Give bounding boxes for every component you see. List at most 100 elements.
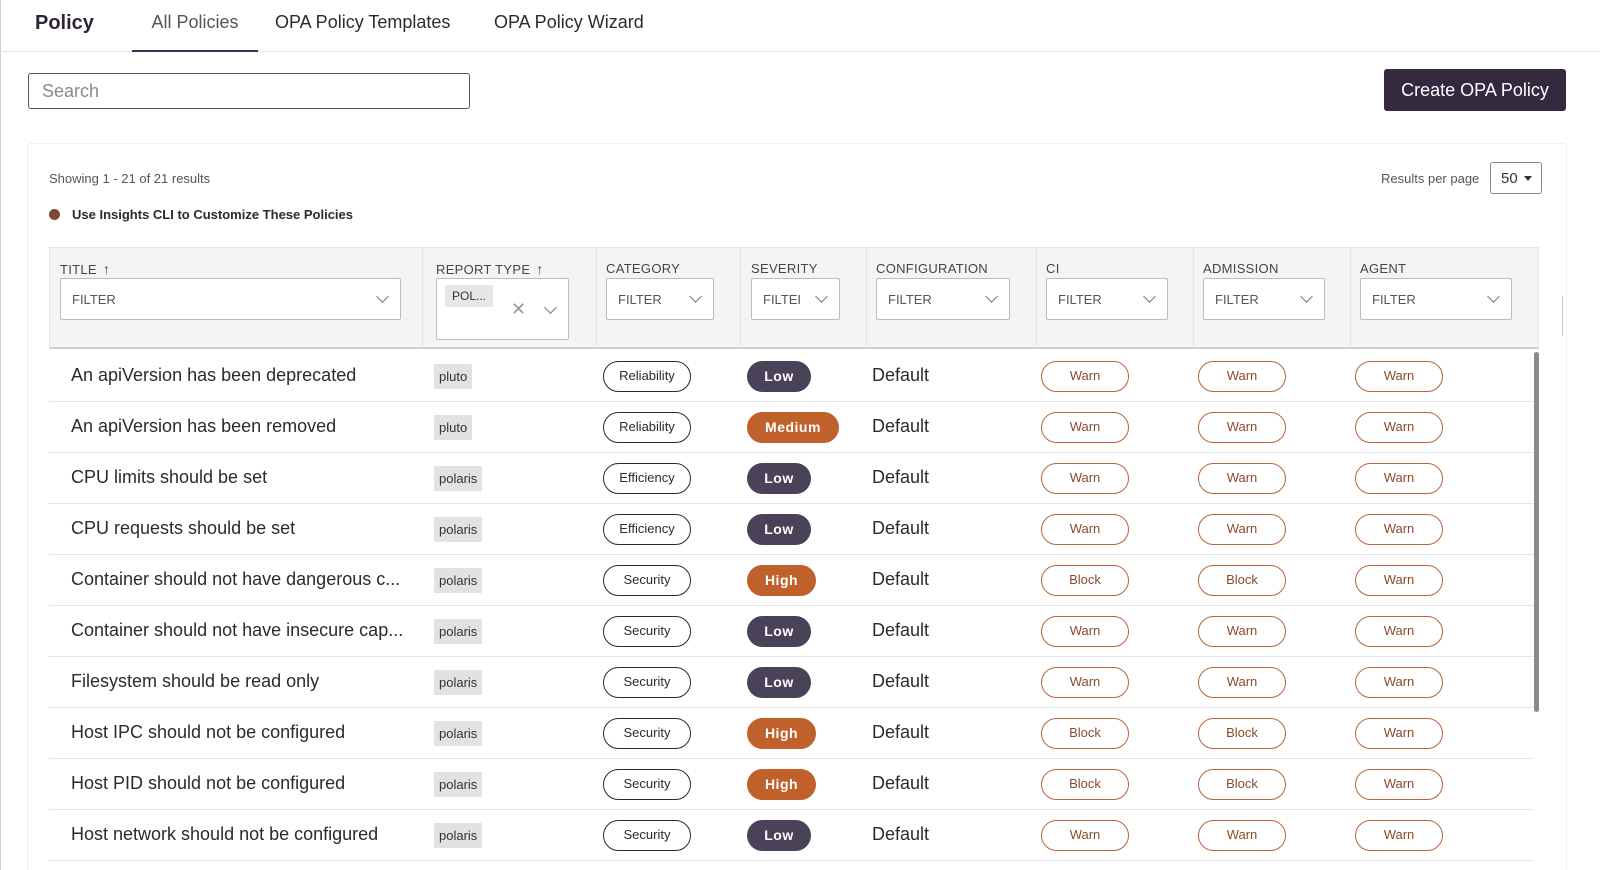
chevron-down-icon bbox=[1300, 290, 1313, 303]
ci-action-badge: Warn bbox=[1041, 616, 1129, 647]
severity-badge: Low bbox=[747, 514, 811, 545]
column-agent-header[interactable]: AGENT bbox=[1360, 261, 1406, 276]
agent-filter[interactable]: FILTER bbox=[1360, 278, 1512, 320]
chevron-down-icon bbox=[544, 301, 557, 314]
tab-all-policies[interactable]: All Policies bbox=[132, 12, 258, 52]
cli-link-label: Use Insights CLI to Customize These Poli… bbox=[72, 207, 354, 222]
policy-title[interactable]: Host IPC should not be configured bbox=[71, 722, 423, 743]
category-badge: Security bbox=[603, 565, 691, 596]
caret-down-icon bbox=[1524, 176, 1532, 181]
report-type-tag: polaris bbox=[434, 772, 483, 797]
severity-badge: Medium bbox=[747, 412, 839, 443]
policy-title[interactable]: CPU requests should be set bbox=[71, 518, 423, 539]
ci-action-badge: Warn bbox=[1041, 463, 1129, 494]
table-row[interactable]: Container should not have insecure cap..… bbox=[49, 606, 1534, 657]
report-type-tag: polaris bbox=[434, 619, 483, 644]
policy-title[interactable]: An apiVersion has been deprecated bbox=[71, 365, 423, 386]
column-title-header[interactable]: TITLE ↑ bbox=[60, 261, 110, 277]
column-divider bbox=[596, 248, 597, 348]
report-type-tag: pluto bbox=[434, 364, 473, 389]
column-divider bbox=[1036, 248, 1037, 348]
agent-action-badge: Warn bbox=[1355, 769, 1443, 800]
table-row[interactable]: CPU requests should be set polaris Effic… bbox=[49, 504, 1534, 555]
results-per-page-select[interactable]: 50 bbox=[1490, 162, 1542, 194]
column-configuration-header[interactable]: CONFIGURATION bbox=[876, 261, 988, 276]
ci-action-badge: Block bbox=[1041, 565, 1129, 596]
table-row[interactable]: An apiVersion has been removed pluto Rel… bbox=[49, 402, 1534, 453]
results-count: Showing 1 - 21 of 21 results bbox=[49, 171, 211, 186]
ci-filter-placeholder: FILTER bbox=[1058, 292, 1102, 307]
category-badge: Reliability bbox=[603, 412, 691, 443]
arrow-up-icon: ↑ bbox=[102, 261, 111, 277]
cli-customize-link[interactable]: Use Insights CLI to Customize These Poli… bbox=[49, 207, 353, 222]
column-report-type-header[interactable]: REPORT TYPE ↑ bbox=[436, 261, 544, 277]
chevron-down-icon bbox=[985, 290, 998, 303]
severity-badge: Low bbox=[747, 820, 811, 851]
search-input[interactable] bbox=[28, 73, 470, 109]
ci-filter[interactable]: FILTER bbox=[1046, 278, 1168, 320]
policy-title[interactable]: Container should not have insecure cap..… bbox=[71, 620, 423, 641]
policy-title[interactable]: Filesystem should be read only bbox=[71, 671, 423, 692]
agent-action-badge: Warn bbox=[1355, 463, 1443, 494]
table-row[interactable]: Container should not have dangerous c...… bbox=[49, 555, 1534, 606]
column-divider bbox=[866, 248, 867, 348]
admission-filter[interactable]: FILTER bbox=[1203, 278, 1325, 320]
report-type-filter[interactable]: POL... ✕ bbox=[436, 278, 569, 340]
admission-filter-placeholder: FILTER bbox=[1215, 292, 1259, 307]
table-row[interactable]: Filesystem should be read only polaris S… bbox=[49, 657, 1534, 708]
table-scrollbar[interactable] bbox=[1534, 352, 1539, 712]
policy-title[interactable]: An apiVersion has been removed bbox=[71, 416, 423, 437]
column-report-type-label: REPORT TYPE bbox=[436, 261, 531, 277]
ci-action-badge: Block bbox=[1041, 769, 1129, 800]
category-filter[interactable]: FILTER bbox=[606, 278, 714, 320]
severity-badge: Low bbox=[747, 667, 811, 698]
configuration-filter-placeholder: FILTER bbox=[888, 292, 932, 307]
admission-action-badge: Warn bbox=[1198, 616, 1286, 647]
column-severity-header[interactable]: SEVERITY bbox=[751, 261, 818, 276]
admission-action-badge: Block bbox=[1198, 769, 1286, 800]
configuration-filter[interactable]: FILTER bbox=[876, 278, 1010, 320]
policy-title[interactable]: Host network should not be configured bbox=[71, 824, 423, 845]
category-badge: Efficiency bbox=[603, 514, 691, 545]
column-category-header[interactable]: CATEGORY bbox=[606, 261, 680, 276]
page-scrollbar-edge bbox=[1562, 296, 1566, 336]
title-filter[interactable]: FILTER bbox=[60, 278, 401, 320]
ci-action-badge: Warn bbox=[1041, 514, 1129, 545]
table-row[interactable]: An apiVersion has been deprecated pluto … bbox=[49, 351, 1534, 402]
tab-opa-policy-templates[interactable]: OPA Policy Templates bbox=[275, 12, 450, 52]
category-badge: Security bbox=[603, 667, 691, 698]
table-row[interactable]: Host PID should not be configured polari… bbox=[49, 759, 1534, 810]
column-ci-header[interactable]: CI bbox=[1046, 261, 1060, 276]
table-row[interactable]: Host network should not be configured po… bbox=[49, 810, 1534, 861]
admission-action-badge: Block bbox=[1198, 718, 1286, 749]
table-row[interactable]: CPU limits should be set polaris Efficie… bbox=[49, 453, 1534, 504]
policy-title[interactable]: Host PID should not be configured bbox=[71, 773, 423, 794]
table-header: TITLE ↑ FILTER REPORT TYPE ↑ POL... ✕ CA… bbox=[49, 247, 1539, 349]
column-divider bbox=[422, 248, 423, 348]
policy-title[interactable]: CPU limits should be set bbox=[71, 467, 423, 488]
ci-action-badge: Warn bbox=[1041, 820, 1129, 851]
agent-action-badge: Warn bbox=[1355, 565, 1443, 596]
category-badge: Efficiency bbox=[603, 463, 691, 494]
column-admission-header[interactable]: ADMISSION bbox=[1203, 261, 1279, 276]
chevron-down-icon bbox=[1143, 290, 1156, 303]
table-row[interactable]: Host IPC should not be configured polari… bbox=[49, 708, 1534, 759]
configuration-value: Default bbox=[872, 518, 930, 538]
close-icon[interactable]: ✕ bbox=[511, 299, 526, 320]
configuration-value: Default bbox=[872, 365, 930, 385]
tab-opa-policy-wizard[interactable]: OPA Policy Wizard bbox=[494, 12, 644, 52]
agent-action-badge: Warn bbox=[1355, 616, 1443, 647]
report-type-tag: polaris bbox=[434, 517, 483, 542]
severity-badge: Low bbox=[747, 361, 811, 392]
top-nav: Policy All Policies OPA Policy Templates… bbox=[0, 0, 1600, 52]
page-left-border bbox=[0, 0, 1, 870]
agent-action-badge: Warn bbox=[1355, 514, 1443, 545]
configuration-value: Default bbox=[872, 671, 930, 691]
severity-badge: High bbox=[747, 769, 816, 800]
severity-filter[interactable]: FILTEI bbox=[751, 278, 840, 320]
create-opa-policy-button[interactable]: Create OPA Policy bbox=[1384, 69, 1566, 111]
policy-title[interactable]: Container should not have dangerous c... bbox=[71, 569, 423, 590]
arrow-up-icon: ↑ bbox=[536, 261, 544, 277]
agent-action-badge: Warn bbox=[1355, 667, 1443, 698]
agent-action-badge: Warn bbox=[1355, 820, 1443, 851]
